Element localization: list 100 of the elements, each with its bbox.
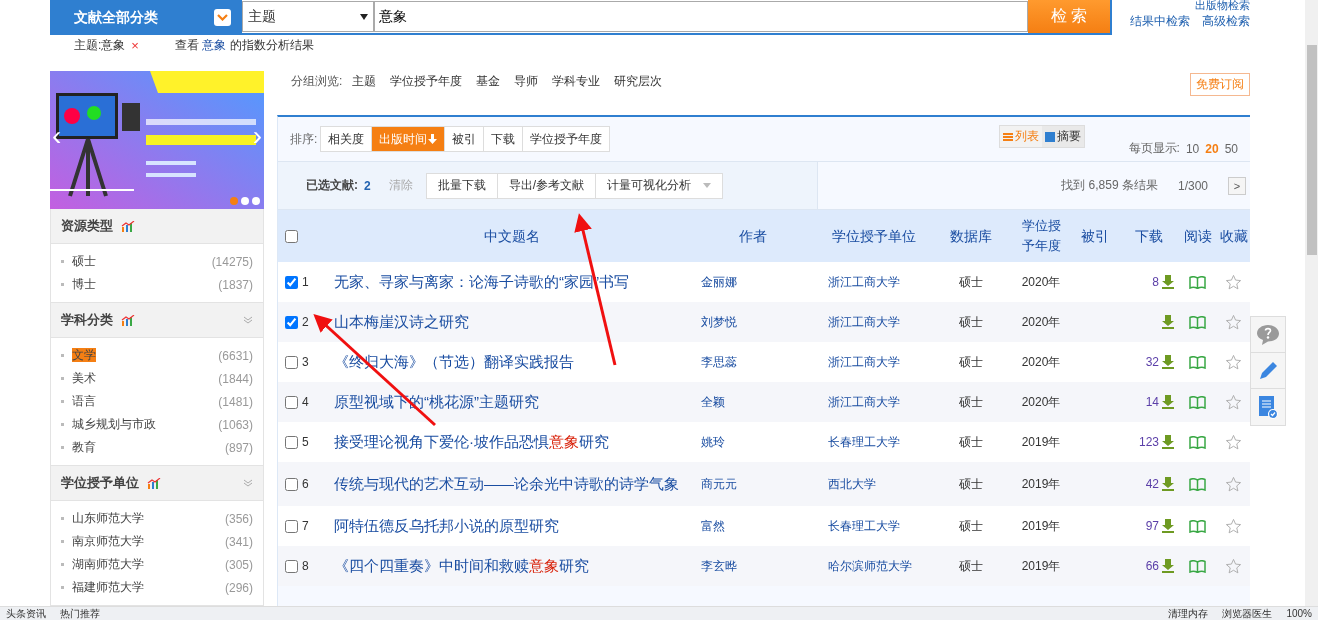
author-link[interactable]: 姚玲 <box>689 433 816 451</box>
filter-item[interactable]: 语言 <box>72 394 96 408</box>
row-checkbox[interactable] <box>285 355 298 369</box>
university-link[interactable]: 西北大学 <box>816 475 931 493</box>
category-dropdown[interactable]: 文献全部分类 <box>50 0 240 35</box>
read-icon[interactable] <box>1189 435 1206 449</box>
carousel-dot[interactable] <box>230 197 238 205</box>
favorite-star-icon[interactable] <box>1225 475 1242 493</box>
keyword-link[interactable]: 意象 <box>202 38 227 52</box>
favorite-star-icon[interactable] <box>1225 393 1242 411</box>
row-checkbox[interactable] <box>285 559 298 573</box>
status-item[interactable]: 浏览器医生 <box>1222 607 1273 620</box>
author-link[interactable]: 商元元 <box>689 475 816 493</box>
carousel-dot[interactable] <box>241 197 249 205</box>
thesis-title-link[interactable]: 接受理论视角下爱伦·坡作品恐惧意象研究 <box>334 431 689 453</box>
download-icon[interactable] <box>1161 315 1175 329</box>
group-link[interactable]: 主题 <box>352 73 377 90</box>
search-link[interactable]: 结果中检索 <box>1130 13 1190 30</box>
next-page-button[interactable]: > <box>1228 176 1246 195</box>
carousel-dot[interactable] <box>252 197 260 205</box>
thesis-title-link[interactable]: 传统与现代的艺术互动——论余光中诗歌的诗学气象 <box>334 473 689 495</box>
author-link[interactable]: 刘梦悦 <box>689 313 816 331</box>
favorite-star-icon[interactable] <box>1225 313 1242 331</box>
group-link[interactable]: 基金 <box>476 73 501 90</box>
remove-filter[interactable]: × <box>131 38 139 53</box>
author-link[interactable]: 李玄晔 <box>689 557 816 575</box>
status-item[interactable]: 头条资讯 <box>6 607 46 620</box>
author-link[interactable]: 富然 <box>689 517 816 535</box>
sort-button[interactable]: 下载 <box>483 126 524 152</box>
filter-item[interactable]: 南京师范大学 <box>72 534 144 548</box>
search-field[interactable]: 意象 <box>374 1 1028 32</box>
university-link[interactable]: 长春理工大学 <box>816 517 931 535</box>
action-button[interactable]: 导出/参考文献 <box>496 172 597 199</box>
search-link[interactable]: 高级检索 <box>1202 13 1250 30</box>
thesis-title-link[interactable]: 山本梅崖汉诗之研究 <box>334 311 689 333</box>
download-icon[interactable] <box>1161 435 1175 449</box>
read-icon[interactable] <box>1189 477 1206 491</box>
filter-item[interactable]: 教育 <box>72 440 96 454</box>
action-button[interactable]: 批量下载 <box>425 172 498 199</box>
university-link[interactable]: 浙江工商大学 <box>816 273 931 291</box>
favorite-star-icon[interactable] <box>1225 353 1242 371</box>
row-checkbox[interactable] <box>285 395 298 409</box>
group-link[interactable]: 研究层次 <box>614 73 663 90</box>
download-icon[interactable] <box>1161 559 1175 573</box>
favorite-star-icon[interactable] <box>1225 433 1242 451</box>
filter-item[interactable]: 福建师范大学 <box>72 580 144 594</box>
expand-icon[interactable] <box>243 479 253 487</box>
page-size-option[interactable]: 50 <box>1224 141 1238 156</box>
read-icon[interactable] <box>1189 355 1206 369</box>
filter-item[interactable]: 硕士 <box>72 254 96 268</box>
select-all-checkbox[interactable] <box>285 229 298 243</box>
row-checkbox[interactable] <box>285 435 298 449</box>
row-checkbox[interactable] <box>285 315 298 329</box>
university-link[interactable]: 哈尔滨师范大学 <box>816 557 931 575</box>
university-link[interactable]: 浙江工商大学 <box>816 313 931 331</box>
row-checkbox[interactable] <box>285 275 298 289</box>
sort-button[interactable]: 学位授予年度 <box>522 126 611 152</box>
row-checkbox[interactable] <box>285 477 298 491</box>
sort-button[interactable]: 被引 <box>444 126 485 152</box>
author-link[interactable]: 全颖 <box>689 393 816 411</box>
read-icon[interactable] <box>1189 275 1206 289</box>
university-link[interactable]: 浙江工商大学 <box>816 393 931 411</box>
scrollbar-thumb[interactable] <box>1306 45 1317 255</box>
filter-item[interactable]: 美术 <box>72 371 96 385</box>
author-link[interactable]: 李思蕊 <box>689 353 816 371</box>
sort-button[interactable]: 相关度 <box>320 126 373 152</box>
status-item[interactable]: 清理内存 <box>1168 607 1209 620</box>
view-toggle[interactable]: 摘要 <box>1041 126 1084 147</box>
read-icon[interactable] <box>1189 315 1206 329</box>
download-icon[interactable] <box>1161 477 1175 491</box>
favorite-star-icon[interactable] <box>1225 273 1242 291</box>
filter-item[interactable]: 湖南师范大学 <box>72 557 144 571</box>
favorite-star-icon[interactable] <box>1225 557 1242 575</box>
filter-item[interactable]: 博士 <box>72 277 96 291</box>
download-icon[interactable] <box>1161 519 1175 533</box>
filter-item[interactable]: 城乡规划与市政 <box>72 417 156 431</box>
group-link[interactable]: 导师 <box>514 73 539 90</box>
group-link[interactable]: 学科专业 <box>552 73 601 90</box>
publication-search-link[interactable]: 出版物检索 <box>1195 0 1250 11</box>
read-icon[interactable] <box>1189 395 1206 409</box>
group-link[interactable]: 学位授予年度 <box>390 73 463 90</box>
action-button[interactable]: 计量可视化分析 <box>595 172 724 199</box>
filter-item[interactable]: 文学 <box>72 348 96 362</box>
status-item[interactable]: 100% <box>1286 607 1312 620</box>
read-icon[interactable] <box>1189 559 1206 573</box>
university-link[interactable]: 长春理工大学 <box>816 433 931 451</box>
thesis-title-link[interactable]: 阿特伍德反乌托邦小说的原型研究 <box>334 515 689 537</box>
favorite-star-icon[interactable] <box>1225 517 1242 535</box>
field-select[interactable]: 主题 <box>242 1 374 32</box>
scrollbar[interactable] <box>1305 0 1318 606</box>
expand-icon[interactable] <box>243 316 253 324</box>
thesis-title-link[interactable]: 《四个四重奏》中时间和救赎意象研究 <box>334 555 689 577</box>
page-size-option[interactable]: 10 <box>1185 141 1200 156</box>
row-checkbox[interactable] <box>285 519 298 533</box>
author-link[interactable]: 金丽娜 <box>689 273 816 291</box>
status-item[interactable]: 热门推荐 <box>60 607 100 620</box>
read-icon[interactable] <box>1189 519 1206 533</box>
university-link[interactable]: 浙江工商大学 <box>816 353 931 371</box>
filter-item[interactable]: 山东师范大学 <box>72 511 144 525</box>
download-icon[interactable] <box>1161 355 1175 369</box>
